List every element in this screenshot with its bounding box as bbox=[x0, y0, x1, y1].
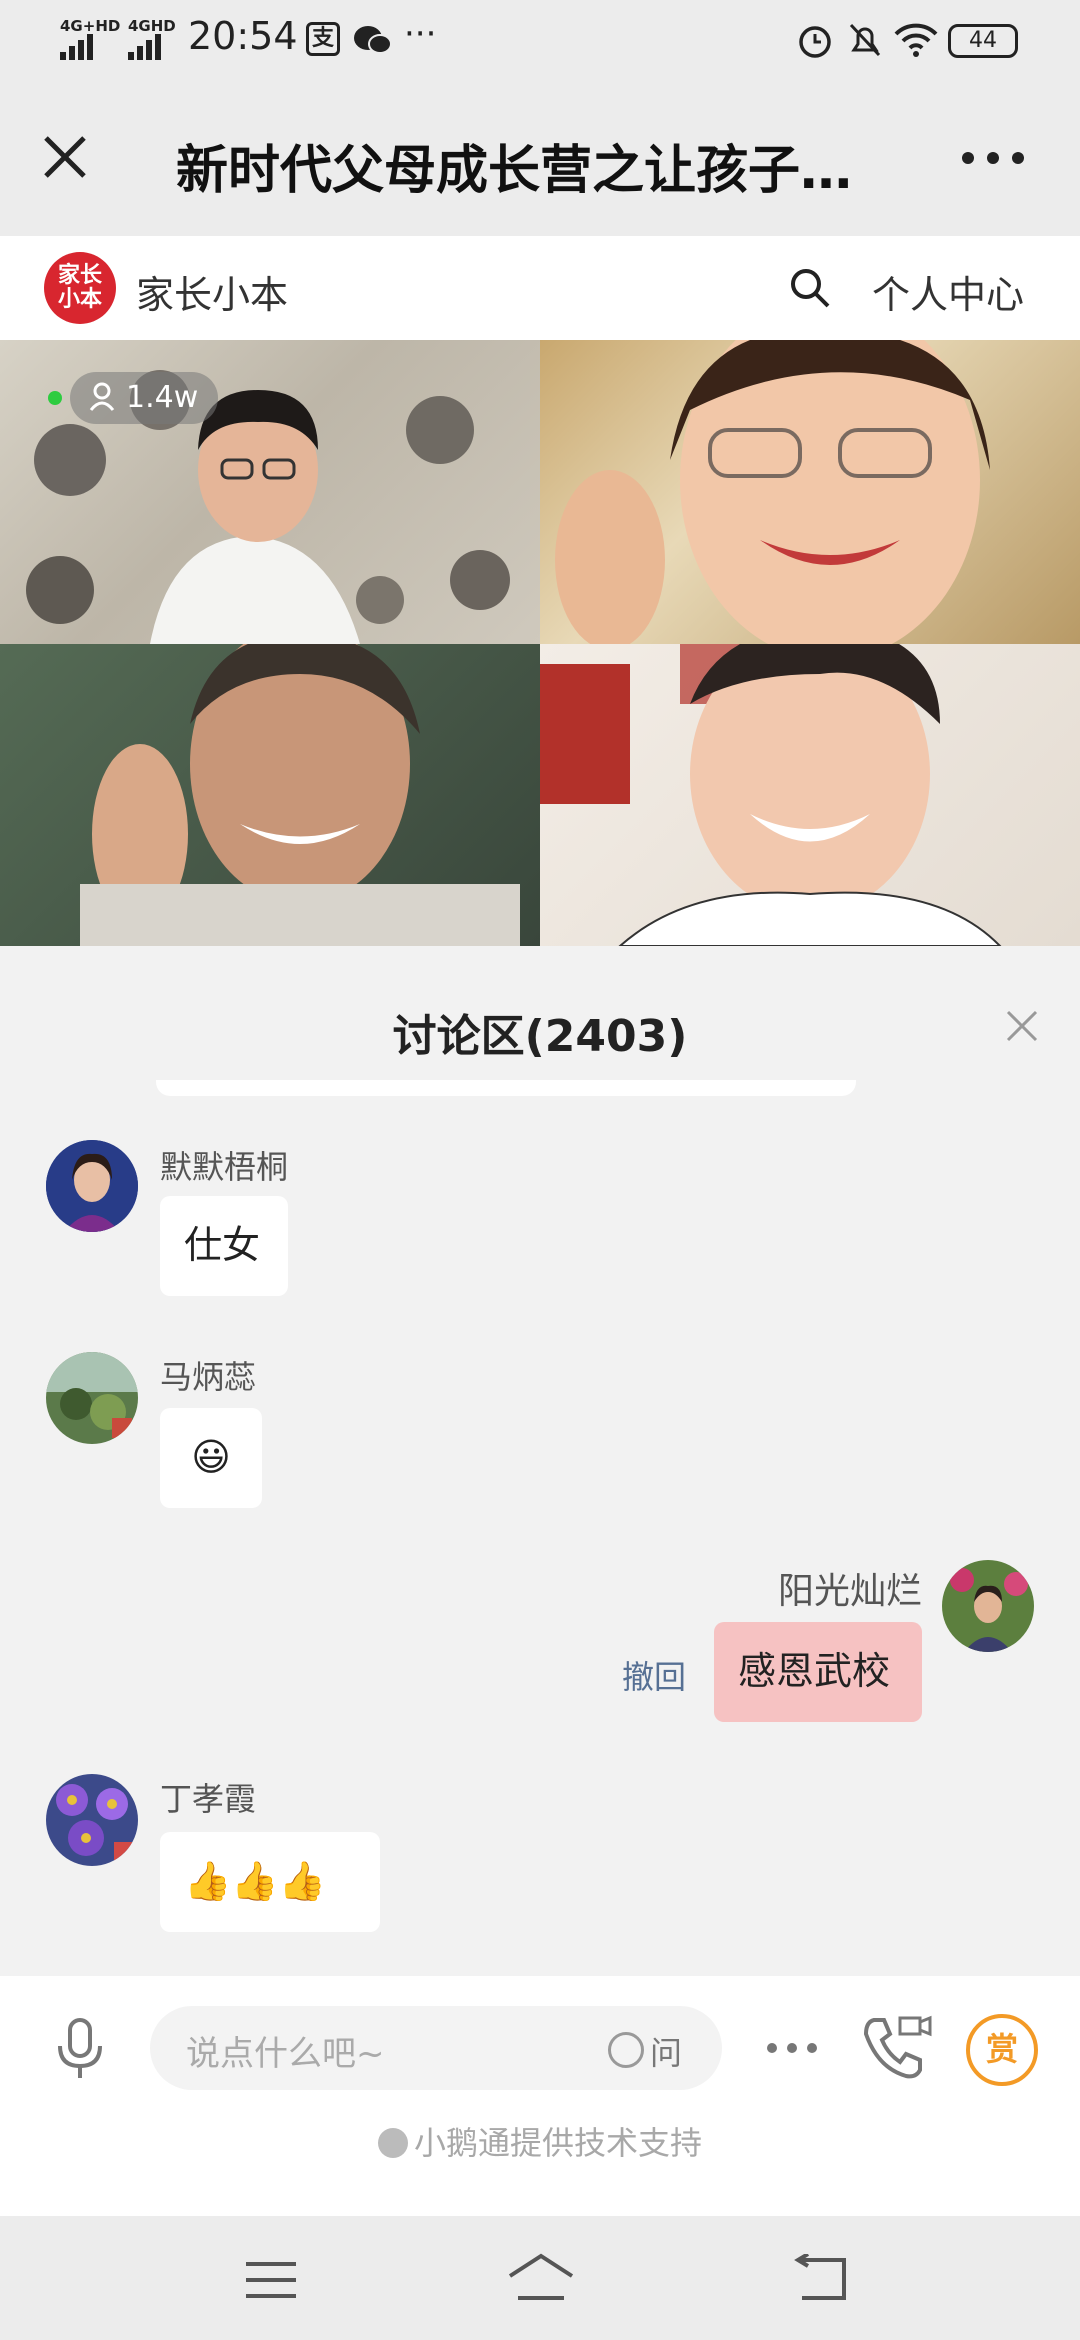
avatar[interactable] bbox=[46, 1140, 138, 1232]
participant-2-video-frame bbox=[80, 644, 520, 946]
avatar-image bbox=[942, 1560, 1034, 1652]
video-tile-participant-3[interactable] bbox=[540, 644, 1080, 946]
home-icon[interactable] bbox=[506, 2252, 576, 2304]
tech-support-text: 小鹅通提供技术支持 bbox=[0, 2118, 1080, 2164]
wifi-icon bbox=[894, 23, 938, 57]
message-username: 阳光灿烂 bbox=[777, 1571, 922, 1612]
avatar-image bbox=[46, 1352, 138, 1444]
battery-level: 44 bbox=[969, 28, 997, 53]
viewers-icon bbox=[89, 382, 115, 411]
discussion-title: 讨论区(2403) bbox=[392, 1011, 688, 1062]
reward-button[interactable]: 赏 bbox=[966, 2014, 1038, 2086]
recall-link[interactable]: 撤回 bbox=[622, 1652, 686, 1698]
back-icon[interactable] bbox=[792, 2254, 850, 2304]
avatar[interactable] bbox=[942, 1560, 1034, 1652]
message-input-placeholder: 说点什么吧~ bbox=[186, 2034, 385, 2074]
system-nav-bar bbox=[0, 2216, 1080, 2340]
alipay-icon: 支 bbox=[306, 22, 340, 56]
wechat-icon bbox=[354, 26, 392, 54]
close-discussion-icon[interactable] bbox=[1004, 1008, 1040, 1044]
network-label-2: 4GHD bbox=[128, 17, 176, 35]
status-time: 20:54 bbox=[188, 14, 298, 58]
message-username: 默默梧桐 bbox=[160, 1148, 289, 1186]
signal-bars-2-icon bbox=[128, 34, 176, 60]
mute-bell-icon bbox=[849, 23, 881, 57]
xiaoe-logo-icon bbox=[377, 2128, 408, 2158]
avatar[interactable] bbox=[46, 1352, 138, 1444]
avatar-image bbox=[46, 1140, 138, 1232]
signal-2: 4GHD bbox=[128, 18, 176, 60]
signal-bars-1-icon bbox=[60, 34, 120, 60]
video-tile-participant-1[interactable] bbox=[540, 340, 1080, 644]
participant-3-video-frame bbox=[540, 644, 1002, 946]
avatar-image bbox=[46, 1774, 138, 1866]
participant-1-video-frame bbox=[555, 340, 990, 644]
page-title: 新时代父母成长营之让孩子… bbox=[176, 141, 853, 201]
signal-1: 4G+HD bbox=[60, 18, 120, 60]
previous-message-card-edge bbox=[156, 1080, 856, 1096]
search-icon[interactable] bbox=[788, 266, 832, 310]
menu-icon[interactable] bbox=[244, 2260, 298, 2300]
message-bubble[interactable]: 仕女 bbox=[160, 1196, 288, 1296]
brand-name[interactable]: 家长小本 bbox=[136, 264, 288, 319]
message-bubble[interactable]: 😃 bbox=[160, 1408, 262, 1508]
status-bar: 4G+HD 4GHD 20:54 支 ··· 44 bbox=[0, 0, 1080, 86]
message-bubble[interactable]: 👍👍👍 bbox=[160, 1832, 380, 1932]
viewer-count-badge: 1.4w bbox=[70, 372, 219, 424]
ask-question-label: 问 bbox=[650, 2034, 683, 2072]
more-actions-icon[interactable] bbox=[764, 2038, 820, 2058]
viewer-count: 1.4w bbox=[126, 380, 199, 415]
app-header: 家长 小本 家长小本 个人中心 bbox=[0, 236, 1080, 340]
close-icon[interactable] bbox=[40, 132, 90, 182]
user-center-link[interactable]: 个人中心 bbox=[872, 264, 1024, 319]
video-call-icon[interactable] bbox=[860, 2012, 932, 2082]
alarm-icon bbox=[799, 26, 831, 58]
network-label-1: 4G+HD bbox=[60, 17, 121, 35]
message-bubble-mine[interactable]: 感恩武校 bbox=[714, 1622, 922, 1722]
message-username: 马炳蕊 bbox=[160, 1358, 257, 1396]
more-options-icon[interactable] bbox=[958, 148, 1028, 168]
battery-icon: 44 bbox=[948, 24, 1018, 58]
video-tile-participant-2[interactable] bbox=[0, 644, 540, 946]
title-bar: 新时代父母成长营之让孩子… bbox=[0, 86, 1080, 236]
live-indicator bbox=[48, 391, 62, 405]
ask-question-checkbox[interactable] bbox=[608, 2032, 644, 2068]
more-notifications-icon: ··· bbox=[404, 14, 437, 54]
avatar[interactable] bbox=[46, 1774, 138, 1866]
tech-support-label: 小鹅通提供技术支持 bbox=[413, 2124, 702, 2162]
microphone-icon[interactable] bbox=[52, 2016, 108, 2082]
message-username: 丁孝霞 bbox=[160, 1780, 257, 1818]
brand-logo[interactable]: 家长 小本 bbox=[44, 252, 116, 324]
